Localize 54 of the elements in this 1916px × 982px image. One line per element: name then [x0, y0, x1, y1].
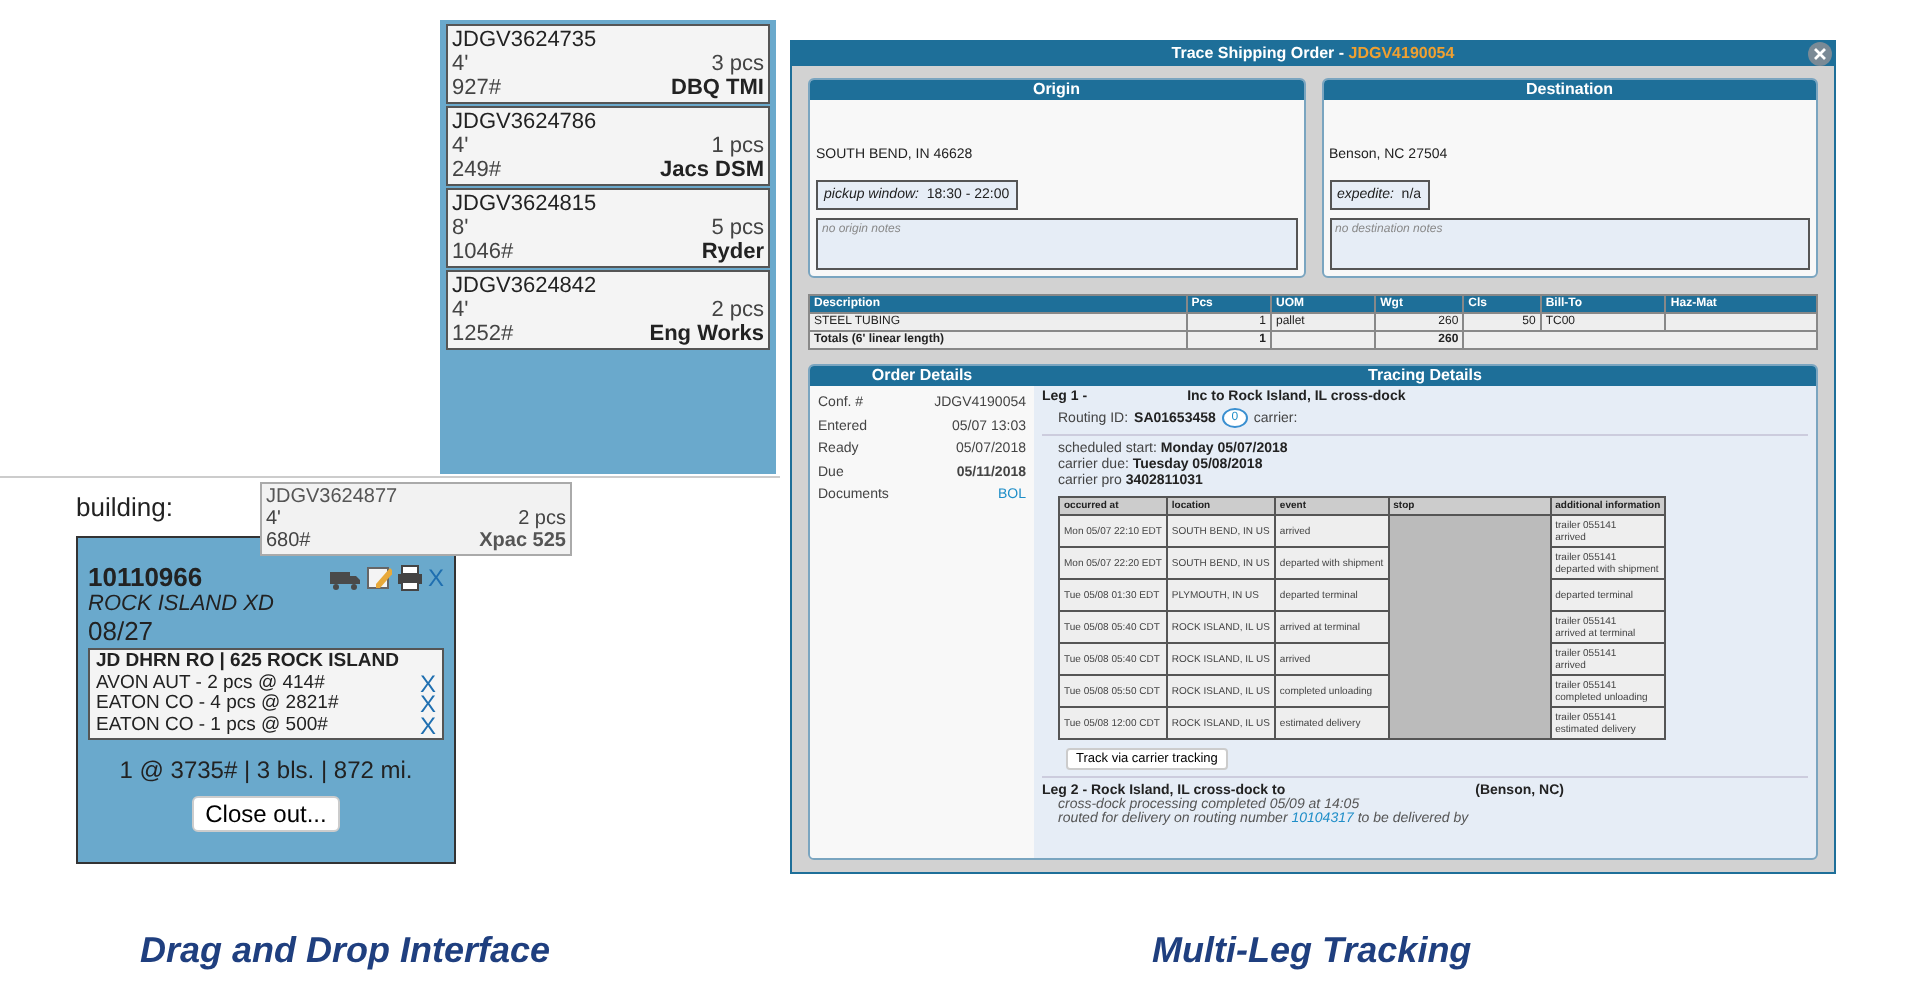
shipment-card[interactable]: JDGV3624842 4' 2 pcs 1252# Eng Works: [446, 270, 770, 350]
shipment-weight: 1046#: [452, 240, 514, 264]
stop-title: JD DHRN RO | 625 ROCK ISLAND: [96, 652, 402, 673]
load-date: 08/27: [88, 616, 156, 646]
shipment-length: 4': [266, 508, 281, 530]
shipment-card[interactable]: JDGV3624815 8' 5 pcs 1046# Ryder: [446, 188, 770, 268]
building-label: building:: [76, 492, 173, 522]
caption: Multi-Leg Tracking: [1152, 930, 1472, 972]
panel-heading: Order Details: [869, 366, 975, 386]
shipment-pieces: 2 pcs: [711, 298, 764, 322]
shipment-carrier: DBQ TMI: [671, 76, 764, 100]
shipment-pieces: 5 pcs: [711, 216, 764, 240]
shipment-card[interactable]: JDGV3624786 4' 1 pcs 249# Jacs DSM: [446, 106, 770, 186]
panel-heading: Destination: [1323, 80, 1816, 100]
shipment-weight: 1252#: [452, 322, 514, 346]
load-number: 10110966: [88, 562, 203, 592]
shipment-length: 4': [452, 298, 469, 322]
shipment-carrier: Xpac 525: [479, 530, 566, 552]
note-icon[interactable]: [363, 564, 392, 592]
shipment-card[interactable]: JDGV3624735 4' 3 pcs 927# DBQ TMI: [446, 24, 770, 104]
panel-heading: Tracing Details: [1366, 366, 1484, 386]
shipment-length: 4': [452, 52, 469, 76]
shipment-weight: 680#: [266, 530, 311, 552]
shipment-id: JDGV3624815: [452, 192, 599, 216]
shipment-carrier: Eng Works: [649, 322, 764, 346]
stop-item: AVON AUT - 2 pcs @ 414#: [96, 673, 325, 694]
shipment-carrier: Jacs DSM: [660, 158, 764, 182]
dialog-title: Trace Shipping Order - JDGV4190054: [792, 42, 1834, 66]
shipment-id: JDGV3624842: [452, 274, 599, 298]
shipment-carrier: Ryder: [701, 240, 764, 264]
caption: Drag and Drop Interface: [140, 930, 551, 972]
stop-item: EATON CO - 4 pcs @ 2821#: [96, 694, 339, 715]
remove-link[interactable]: X: [419, 715, 436, 736]
printer-icon[interactable]: [395, 564, 424, 592]
shipment-id: JDGV3624877: [266, 486, 400, 508]
load-summary: 1 @ 3735# | 3 bls. | 872 mi.: [117, 756, 415, 784]
shipment-weight: 249#: [452, 158, 501, 182]
shipment-pieces: 2 pcs: [518, 508, 566, 530]
dragged-card-tooltip[interactable]: JDGV3624877 4' 2 pcs 680# Xpac 525: [260, 482, 572, 556]
shipment-id: JDGV3624786: [452, 110, 599, 134]
close-out-button[interactable]: Close out...: [191, 796, 341, 832]
shipment-length: 4': [452, 134, 469, 158]
shipment-pieces: 3 pcs: [711, 52, 764, 76]
shipment-pieces: 1 pcs: [711, 134, 764, 158]
close-icon[interactable]: [1808, 42, 1832, 66]
shipment-weight: 927#: [452, 76, 501, 100]
shipment-id: JDGV3624735: [452, 28, 599, 52]
remove-link[interactable]: X: [419, 673, 436, 694]
remove-link[interactable]: X: [419, 694, 436, 715]
shipment-length: 8': [452, 216, 469, 240]
stop-item: EATON CO - 1 pcs @ 500#: [96, 715, 328, 736]
truck-icon[interactable]: [327, 566, 360, 590]
panel-heading: Origin: [810, 80, 1303, 100]
load-location: ROCK ISLAND XD: [88, 592, 276, 616]
